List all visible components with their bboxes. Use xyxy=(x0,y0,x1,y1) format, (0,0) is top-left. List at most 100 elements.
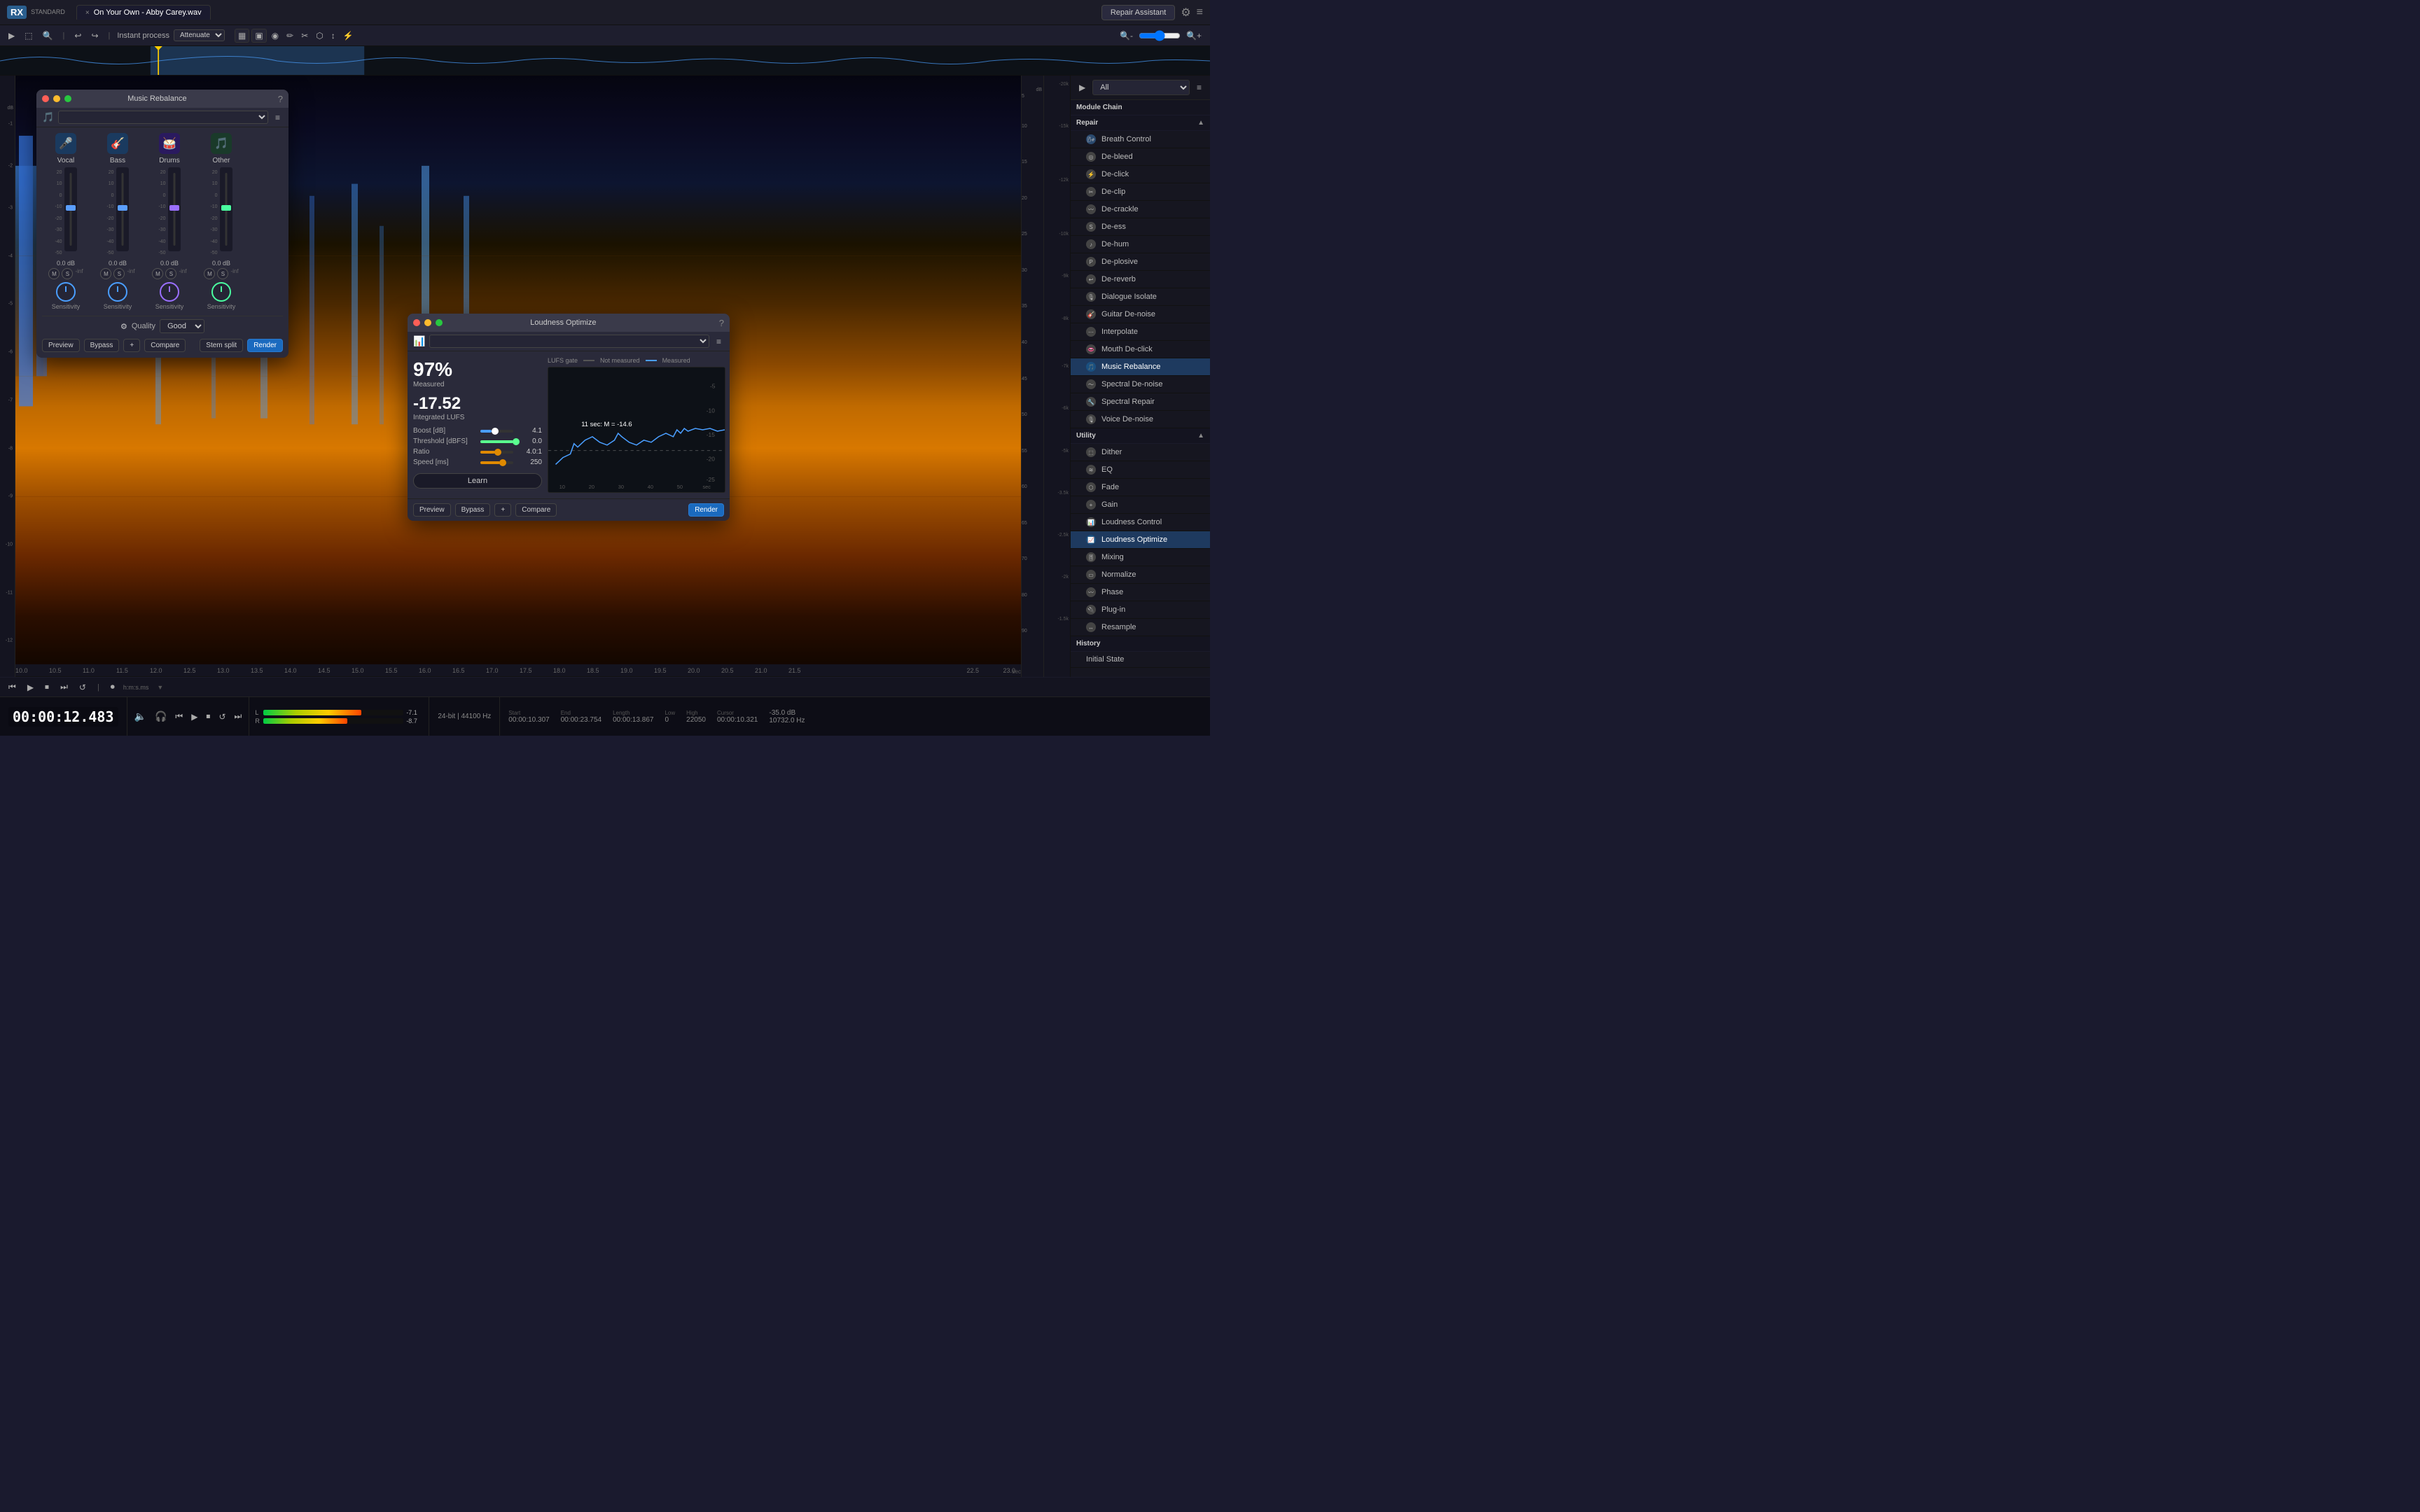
plugin-de-bleed[interactable]: ◎ De-bleed xyxy=(1071,148,1210,166)
music-rebalance-help-icon[interactable]: ? xyxy=(278,94,283,104)
quality-select[interactable]: Good Draft Better Best xyxy=(160,319,204,333)
zoom-in-btn[interactable]: 🔍+ xyxy=(1183,29,1204,42)
lo-add-btn[interactable]: + xyxy=(494,503,511,517)
vocal-sensitivity-knob[interactable] xyxy=(56,282,76,302)
plugin-spectral-de-noise[interactable]: 〜 Spectral De-noise xyxy=(1071,376,1210,393)
zoom-slider[interactable] xyxy=(1139,30,1181,41)
status-stop-btn[interactable]: ⏹ xyxy=(203,710,213,723)
toolbar-icon-5[interactable]: ✂ xyxy=(298,29,311,43)
plugin-loudness-optimize[interactable]: 📈 Loudness Optimize xyxy=(1071,531,1210,549)
repair-section-header[interactable]: Repair ▲ xyxy=(1071,115,1210,131)
drums-sensitivity-knob[interactable] xyxy=(160,282,179,302)
utility-collapse-icon[interactable]: ▲ xyxy=(1197,432,1204,440)
status-back-btn[interactable]: ⏮ xyxy=(172,710,186,723)
repair-assistant-button[interactable]: Repair Assistant xyxy=(1101,5,1175,20)
loudness-chart[interactable]: 11 sec: M = -14.6 -5 -10 -15 -20 -25 10 … xyxy=(548,367,725,493)
plugin-mixing[interactable]: 🎚 Mixing xyxy=(1071,549,1210,566)
mr-bypass-btn[interactable]: Bypass xyxy=(84,339,120,352)
toolbar-icon-7[interactable]: ↕ xyxy=(328,29,338,43)
plugin-dither[interactable]: ⬚ Dither xyxy=(1071,444,1210,461)
plugin-mouth-de-click[interactable]: 👄 Mouth De-click xyxy=(1071,341,1210,358)
utility-section-header[interactable]: Utility ▲ xyxy=(1071,428,1210,444)
plugin-plug-in[interactable]: 🔌 Plug-in xyxy=(1071,601,1210,619)
plugin-music-rebalance[interactable]: 🎵 Music Rebalance xyxy=(1071,358,1210,376)
plugin-phase[interactable]: 〰 Phase xyxy=(1071,584,1210,601)
plugin-eq[interactable]: ≋ EQ xyxy=(1071,461,1210,479)
toolbar-icon-8[interactable]: ⚡ xyxy=(340,29,356,43)
status-loop-btn[interactable]: ↺ xyxy=(216,710,228,723)
plugin-de-ess[interactable]: S De-ess xyxy=(1071,218,1210,236)
bass-solo-btn[interactable]: S xyxy=(113,268,125,279)
plugin-de-plosive[interactable]: P De-plosive xyxy=(1071,253,1210,271)
music-rebalance-menu-btn[interactable]: ≡ xyxy=(272,111,283,124)
other-solo-btn[interactable]: S xyxy=(217,268,228,279)
instant-process-select[interactable]: Attenuate xyxy=(174,29,225,41)
vocal-solo-btn[interactable]: S xyxy=(62,268,73,279)
lo-compare-btn[interactable]: Compare xyxy=(515,503,557,517)
plugin-dialogue-isolate[interactable]: 🎙 Dialogue Isolate xyxy=(1071,288,1210,306)
zoom-out-btn[interactable]: 🔍- xyxy=(1117,29,1136,42)
toolbar-icon-4[interactable]: ✏ xyxy=(284,29,296,43)
plugin-interpolate[interactable]: ⋯ Interpolate xyxy=(1071,323,1210,341)
drums-fader[interactable] xyxy=(168,167,181,251)
plugin-normalize[interactable]: ▭ Normalize xyxy=(1071,566,1210,584)
other-mute-btn[interactable]: M xyxy=(204,268,215,279)
spectrogram-area[interactable]: 10.0 10.5 11.0 11.5 12.0 12.5 13.0 13.5 … xyxy=(15,76,1021,677)
history-section-header[interactable]: History xyxy=(1071,636,1210,652)
drums-mute-btn[interactable]: M xyxy=(152,268,163,279)
bass-sensitivity-knob[interactable] xyxy=(108,282,127,302)
history-initial-state[interactable]: Initial State xyxy=(1071,652,1210,668)
toolbar-zoom-btn[interactable]: 🔍 xyxy=(40,29,56,42)
plugin-de-hum[interactable]: ♪ De-hum xyxy=(1071,236,1210,253)
transport-play-btn[interactable]: ▶ xyxy=(25,681,36,694)
music-rebalance-preset-select[interactable] xyxy=(58,111,268,124)
plugin-spectral-repair[interactable]: 🔧 Spectral Repair xyxy=(1071,393,1210,411)
transport-prev-btn[interactable]: ⏮ xyxy=(6,680,19,694)
mr-compare-btn[interactable]: Compare xyxy=(144,339,186,352)
toolbar-undo-btn[interactable]: ↩ xyxy=(71,29,84,42)
plugin-resample[interactable]: ↔ Resample xyxy=(1071,619,1210,636)
boost-slider[interactable] xyxy=(480,430,513,433)
ratio-slider[interactable] xyxy=(480,451,513,454)
plugin-guitar-de-noise[interactable]: 🎸 Guitar De-noise xyxy=(1071,306,1210,323)
learn-btn[interactable]: Learn xyxy=(413,473,542,489)
toolbar-select-btn[interactable]: ⬚ xyxy=(22,29,35,42)
plugin-gain[interactable]: + Gain xyxy=(1071,496,1210,514)
transport-stop-btn[interactable]: ⏹ xyxy=(42,680,52,694)
threshold-slider[interactable] xyxy=(480,440,513,443)
status-mute-btn[interactable]: 🔈 xyxy=(132,709,149,724)
lo-preview-btn[interactable]: Preview xyxy=(413,503,451,517)
speed-slider[interactable] xyxy=(480,461,513,464)
plugin-de-clip[interactable]: ✂ De-clip xyxy=(1071,183,1210,201)
other-sensitivity-knob[interactable] xyxy=(211,282,231,302)
menu-icon[interactable]: ≡ xyxy=(1197,6,1203,19)
toolbar-icon-6[interactable]: ⬡ xyxy=(313,29,326,43)
plugin-breath-control[interactable]: 🌬 Breath Control xyxy=(1071,131,1210,148)
lo-preset-select[interactable] xyxy=(429,335,709,348)
bass-mute-btn[interactable]: M xyxy=(100,268,111,279)
lo-render-btn[interactable]: Render xyxy=(688,503,724,517)
mr-preview-btn[interactable]: Preview xyxy=(42,339,80,352)
rp-filter-select[interactable]: All xyxy=(1092,80,1190,95)
toolbar-redo-btn[interactable]: ↪ xyxy=(88,29,101,42)
plugin-de-click[interactable]: ⚡ De-click xyxy=(1071,166,1210,183)
mr-add-btn[interactable]: + xyxy=(123,339,140,352)
toolbar-icon-2[interactable]: ▣ xyxy=(251,29,266,43)
toolbar-icon-1[interactable]: ▦ xyxy=(235,29,249,43)
plugin-de-crackle[interactable]: 〰 De-crackle xyxy=(1071,201,1210,218)
module-chain-header[interactable]: Module Chain xyxy=(1071,100,1210,115)
lo-help-icon[interactable]: ? xyxy=(719,318,724,328)
status-headphones-btn[interactable]: 🎧 xyxy=(152,709,169,724)
vocal-fader[interactable] xyxy=(64,167,77,251)
lo-menu-btn[interactable]: ≡ xyxy=(714,335,724,348)
plugin-de-reverb[interactable]: ↩ De-reverb xyxy=(1071,271,1210,288)
rp-menu-btn[interactable]: ≡ xyxy=(1194,81,1204,94)
other-fader[interactable] xyxy=(220,167,232,251)
lo-bypass-btn[interactable]: Bypass xyxy=(455,503,491,517)
bass-fader[interactable] xyxy=(116,167,129,251)
settings-icon[interactable]: ⚙ xyxy=(1181,6,1190,20)
plugin-voice-de-noise[interactable]: 🎙 Voice De-noise xyxy=(1071,411,1210,428)
mini-waveform[interactable] xyxy=(0,46,1210,76)
transport-next-btn[interactable]: ⏭ xyxy=(57,680,71,694)
toolbar-icon-3[interactable]: ◉ xyxy=(269,29,281,43)
